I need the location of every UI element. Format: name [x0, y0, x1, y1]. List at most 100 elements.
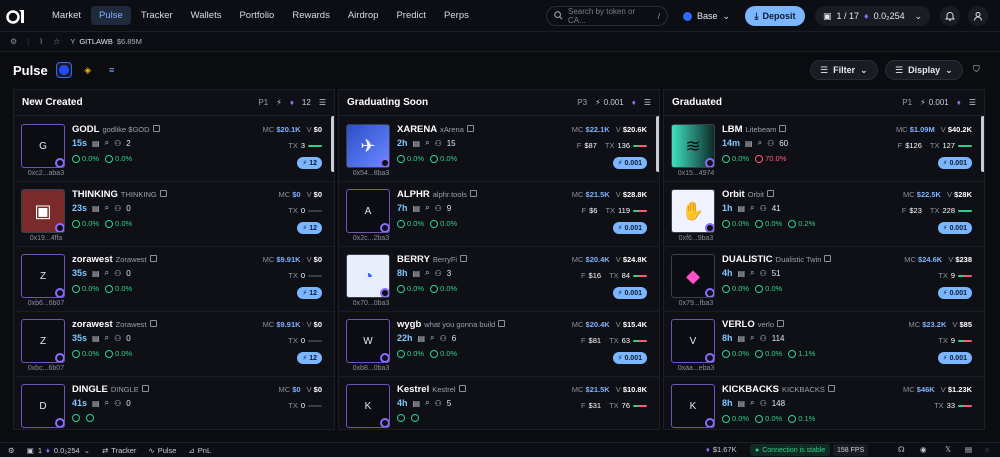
token-ticker[interactable]: zorawest — [72, 319, 113, 330]
token-image[interactable]: W — [346, 319, 390, 363]
search-icon[interactable]: ⌕ — [750, 268, 754, 278]
footer-tracker-link[interactable]: ⇄ Tracker — [102, 446, 136, 455]
column-settings-icon[interactable]: ☰ — [319, 98, 326, 107]
column-settings-icon[interactable]: ☰ — [644, 98, 651, 107]
token-card[interactable]: G 0xc2...aba3 GODL godlike $GOD 15s ▤ ⌕ … — [14, 117, 334, 182]
token-ticker[interactable]: Orbit — [722, 189, 745, 200]
social-icon[interactable]: ▤ — [738, 204, 746, 213]
display-button[interactable]: ☰ Display ⌄ — [885, 60, 963, 80]
search-icon[interactable]: ⌕ — [105, 203, 109, 213]
nav-perps[interactable]: Perps — [436, 6, 477, 25]
quick-buy-button[interactable]: ⚡ 12 — [297, 157, 322, 169]
social-icon[interactable]: ▤ — [745, 139, 753, 148]
bnb-chain-filter-icon[interactable]: ◈ — [80, 62, 96, 78]
token-address[interactable]: 0xbc...6b07 — [18, 365, 74, 372]
watchlist-item[interactable]: Y GITLAWB $6.85M — [70, 37, 142, 46]
copy-icon[interactable] — [159, 190, 167, 197]
token-card[interactable]: ◆ 0x79...fba3 DUALISTIC Dualistic Twin 4… — [664, 247, 984, 312]
token-image[interactable]: D — [21, 384, 65, 428]
search-box[interactable]: Search by token or CA... / — [546, 6, 668, 26]
token-image[interactable]: K — [346, 384, 390, 428]
social-icon[interactable]: ▤ — [413, 269, 421, 278]
copy-icon[interactable] — [460, 255, 468, 262]
token-card[interactable]: ▣ 0x19...4ffa THINKING THINKING 23s ▤ ⌕ … — [14, 182, 334, 247]
token-image[interactable]: K — [671, 384, 715, 428]
social-icon[interactable]: ▤ — [92, 139, 100, 148]
token-address[interactable]: 0x15...4974 — [668, 170, 724, 177]
quick-buy-button[interactable]: ⚡ 0.001 — [612, 287, 647, 299]
quick-buy-button[interactable]: ⚡ 0.001 — [937, 287, 972, 299]
nav-predict[interactable]: Predict — [388, 6, 434, 25]
token-address[interactable]: 0x79...fba3 — [668, 300, 724, 307]
token-image[interactable]: G — [21, 124, 65, 168]
search-icon[interactable]: ⌕ — [105, 268, 109, 278]
search-icon[interactable]: ⌕ — [105, 333, 109, 343]
token-address[interactable]: 0x54...8ba3 — [343, 170, 399, 177]
token-ticker[interactable]: DINGLE — [72, 384, 108, 395]
column-scrollbar[interactable] — [656, 116, 659, 172]
token-card[interactable]: A 0x2c...2ba3 ALPHR alphr.tools 7h ▤ ⌕ ⚇… — [339, 182, 659, 247]
quick-buy-amount[interactable]: ⚡ — [276, 98, 282, 107]
token-image[interactable]: Z — [21, 254, 65, 298]
token-ticker[interactable]: zorawest — [72, 254, 113, 265]
token-image[interactable]: Z — [21, 319, 65, 363]
footer-pulse-link[interactable]: ∿ Pulse — [148, 446, 176, 455]
token-card[interactable]: V 0xaa...eba3 VERLO verlo 8h ▤ ⌕ ⚇ 114 0… — [664, 312, 984, 377]
token-image[interactable]: ◆ — [671, 254, 715, 298]
nav-rewards[interactable]: Rewards — [284, 6, 338, 25]
copy-icon[interactable] — [498, 320, 506, 327]
token-ticker[interactable]: BERRY — [397, 254, 430, 265]
settings-gear-icon[interactable]: ⚙ — [8, 446, 15, 455]
quick-buy-button[interactable]: ⚡ 0.001 — [937, 222, 972, 234]
social-icon[interactable]: ▤ — [92, 269, 100, 278]
preset-selector[interactable]: P1 — [902, 98, 912, 107]
quick-buy-button[interactable]: ⚡ 12 — [297, 222, 322, 234]
nav-airdrop[interactable]: Airdrop — [340, 6, 387, 25]
globe-icon[interactable]: ◌ — [985, 445, 989, 454]
search-icon[interactable]: ⌕ — [425, 203, 429, 213]
notifications-bell-icon[interactable] — [940, 6, 960, 26]
token-address[interactable]: 0xf6...9ba3 — [668, 235, 724, 242]
copy-icon[interactable] — [152, 125, 160, 132]
copy-icon[interactable] — [149, 320, 157, 327]
quick-buy-amount[interactable]: ⚡ 0.001 — [920, 98, 949, 107]
token-address[interactable]: 0xb6...6b07 — [18, 300, 74, 307]
token-ticker[interactable]: THINKING — [72, 189, 118, 200]
nav-wallets[interactable]: Wallets — [183, 6, 230, 25]
token-ticker[interactable]: Kestrel — [397, 384, 429, 395]
preset-selector[interactable]: P1 — [258, 98, 268, 107]
token-card[interactable]: ✈ 0x54...8ba3 XARENA xArena 2h ▤ ⌕ ⚇ 15 … — [339, 117, 659, 182]
profile-icon[interactable] — [968, 6, 988, 26]
quick-buy-button[interactable]: ⚡ 0.001 — [612, 157, 647, 169]
social-icon[interactable]: ▤ — [92, 204, 100, 213]
chain-selector[interactable]: Base ⌄ — [675, 6, 738, 26]
base-chain-filter[interactable] — [55, 62, 72, 78]
token-ticker[interactable]: DUALISTIC — [722, 254, 773, 265]
token-ticker[interactable]: ALPHR — [397, 189, 430, 200]
token-ticker[interactable]: LBM — [722, 124, 743, 135]
social-icon[interactable]: ▤ — [738, 399, 746, 408]
search-icon[interactable]: ⌕ — [750, 333, 754, 343]
search-icon[interactable]: ⌕ — [105, 138, 109, 148]
copy-icon[interactable] — [777, 320, 784, 327]
deposit-button[interactable]: ⤓ Deposit — [745, 6, 805, 26]
search-input[interactable]: Search by token or CA... — [568, 7, 653, 25]
token-ticker[interactable]: VERLO — [722, 319, 755, 330]
filter-button[interactable]: ☰ Filter ⌄ — [810, 60, 878, 80]
nav-portfolio[interactable]: Portfolio — [231, 6, 282, 25]
token-address[interactable]: 0xb8...0ba3 — [343, 365, 399, 372]
chart-icon[interactable]: ⌇ — [39, 37, 43, 46]
search-icon[interactable]: ⌕ — [425, 138, 429, 148]
copy-icon[interactable] — [824, 255, 832, 262]
quick-buy-amount[interactable]: ⚡ 0.001 — [595, 98, 624, 107]
docs-icon[interactable]: ▤ — [965, 445, 972, 454]
nav-market[interactable]: Market — [44, 6, 89, 25]
settings-gear-icon[interactable]: ⚙ — [10, 37, 17, 46]
search-icon[interactable]: ⌕ — [758, 138, 762, 148]
token-image[interactable]: ◔ — [346, 254, 390, 298]
copy-icon[interactable] — [458, 385, 466, 392]
token-address[interactable]: 0x70...0ba3 — [343, 300, 399, 307]
quick-buy-button[interactable]: ⚡ 0.001 — [612, 222, 647, 234]
token-image[interactable]: V — [671, 319, 715, 363]
copy-icon[interactable] — [827, 385, 835, 392]
